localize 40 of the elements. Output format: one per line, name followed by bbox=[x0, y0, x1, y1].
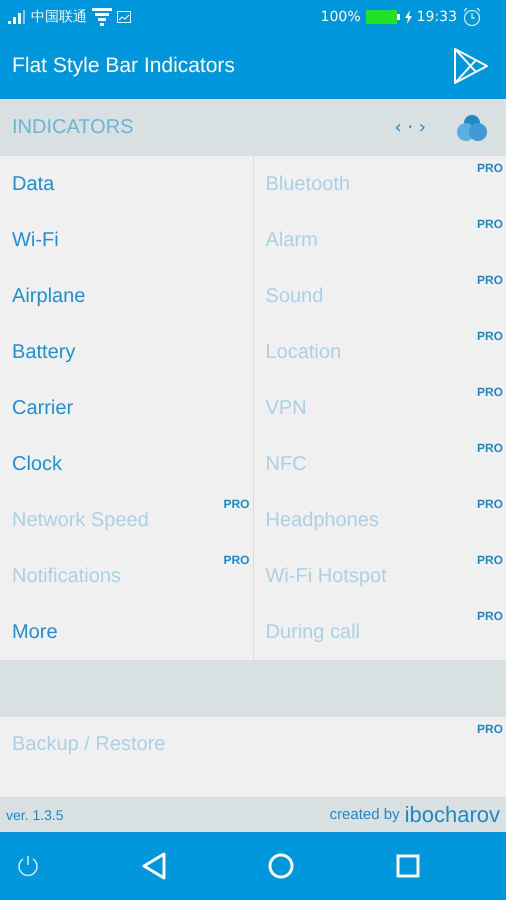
recents-icon[interactable] bbox=[396, 854, 420, 878]
pro-label: PRO bbox=[476, 329, 503, 343]
home-icon[interactable] bbox=[268, 853, 294, 879]
charging-icon bbox=[404, 10, 412, 24]
pro-label: PRO bbox=[476, 217, 503, 231]
color-circles-icon[interactable] bbox=[456, 114, 488, 142]
clock-time: 19:33 bbox=[416, 8, 457, 24]
pro-label: PRO bbox=[476, 497, 503, 511]
image-icon bbox=[117, 10, 131, 22]
indicator-item[interactable]: Clock bbox=[0, 436, 252, 492]
power-icon[interactable] bbox=[16, 854, 40, 878]
signal-icon bbox=[8, 10, 26, 24]
indicator-item[interactable]: More bbox=[0, 604, 252, 660]
indicator-item[interactable]: Data bbox=[0, 156, 252, 212]
pro-label: PRO bbox=[223, 553, 250, 567]
code-toggle-button[interactable]: ‹ · › bbox=[394, 117, 426, 138]
pro-label: PRO bbox=[476, 722, 503, 736]
pro-label: PRO bbox=[476, 273, 503, 287]
pro-label: PRO bbox=[476, 553, 503, 567]
carrier-name: 中国联通 bbox=[31, 8, 87, 26]
app-title: Flat Style Bar Indicators bbox=[12, 54, 235, 78]
indicator-item[interactable]: Battery bbox=[0, 324, 252, 380]
battery-icon bbox=[366, 10, 400, 24]
pro-label: PRO bbox=[476, 161, 503, 175]
pro-label: PRO bbox=[476, 385, 503, 399]
alarm-icon bbox=[462, 6, 482, 26]
battery-percent: 100% bbox=[320, 8, 361, 24]
back-icon[interactable] bbox=[142, 852, 166, 880]
author-link[interactable]: ibocharov bbox=[404, 802, 500, 828]
indicator-item[interactable]: Airplane bbox=[0, 268, 252, 324]
indicator-item[interactable]: Carrier bbox=[0, 380, 252, 436]
credit-label: created by bbox=[330, 806, 400, 823]
wifi-icon bbox=[92, 8, 112, 26]
indicator-item[interactable]: Wi-Fi bbox=[0, 212, 252, 268]
pro-label: PRO bbox=[476, 441, 503, 455]
play-store-icon[interactable] bbox=[454, 48, 488, 84]
pro-label: PRO bbox=[476, 609, 503, 623]
section-title: INDICATORS bbox=[12, 116, 134, 139]
pro-label: PRO bbox=[223, 497, 250, 511]
version-label: ver. 1.3.5 bbox=[6, 806, 64, 822]
